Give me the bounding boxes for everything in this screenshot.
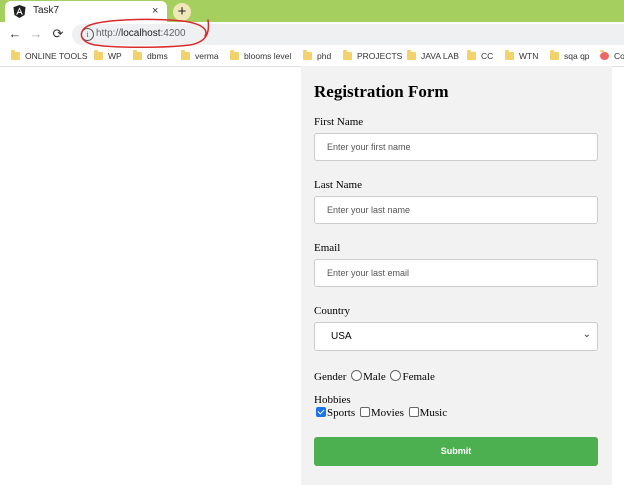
- folder-icon: [11, 50, 20, 60]
- hobbies-label: Hobbies: [314, 394, 351, 406]
- registration-form: Registration Form First Name Last Name E…: [301, 66, 612, 485]
- country-label: Country: [314, 305, 351, 317]
- folder-icon: [94, 50, 103, 60]
- country-select[interactable]: USA ⌄: [314, 322, 598, 351]
- gender-male-radio[interactable]: [351, 370, 363, 381]
- bookmarks-bar: ONLINE TOOLS WP dbms verma blooms level …: [0, 46, 624, 67]
- first-name-input[interactable]: [314, 133, 598, 161]
- folder-icon: [467, 50, 476, 60]
- url-scheme: http://: [96, 28, 122, 39]
- tab-title: Task7: [33, 5, 60, 16]
- first-name-label: First Name: [314, 116, 364, 128]
- folder-icon: [550, 50, 559, 60]
- music-checkbox[interactable]: [408, 407, 419, 417]
- movies-checkbox[interactable]: [359, 407, 370, 417]
- hobbies-row: Sports Movies Music: [316, 407, 447, 419]
- email-input[interactable]: [314, 259, 598, 287]
- url-text: http://localhost:4200: [96, 28, 186, 39]
- folder-icon: [181, 50, 190, 60]
- url-port: :4200: [160, 28, 186, 39]
- folder-icon: [407, 50, 416, 60]
- back-arrow-icon[interactable]: ←: [7, 26, 23, 42]
- chrome-icon: [600, 50, 609, 60]
- close-tab-icon[interactable]: ×: [152, 4, 158, 18]
- last-name-input[interactable]: [314, 196, 598, 224]
- address-bar[interactable]: i http://localhost:4200: [72, 24, 624, 45]
- tab-bar: Task7 × +: [0, 0, 624, 22]
- url-host: localhost: [121, 28, 161, 39]
- new-tab-button[interactable]: +: [173, 3, 191, 21]
- folder-icon: [230, 50, 239, 60]
- submit-button[interactable]: Submit: [314, 437, 598, 466]
- forward-arrow-icon[interactable]: →: [28, 26, 44, 42]
- sports-checkbox[interactable]: [316, 407, 326, 417]
- movies-label[interactable]: Movies: [371, 407, 404, 419]
- folder-icon: [505, 50, 514, 60]
- gender-row: Gender Male Female: [314, 370, 435, 383]
- chevron-down-icon: ⌄: [582, 329, 591, 340]
- angular-icon: [13, 5, 26, 18]
- country-value: USA: [331, 331, 352, 342]
- last-name-label: Last Name: [314, 179, 362, 191]
- gender-label: Gender: [314, 371, 347, 383]
- email-label: Email: [314, 242, 341, 254]
- browser-tab[interactable]: Task7 ×: [5, 1, 167, 22]
- browser-toolbar: ← → ⟳ i http://localhost:4200: [0, 22, 624, 46]
- gender-female-label[interactable]: Female: [402, 371, 434, 383]
- gender-female-radio[interactable]: [390, 370, 402, 381]
- folder-icon: [303, 50, 312, 60]
- reload-icon[interactable]: ⟳: [50, 26, 66, 42]
- folder-icon: [133, 50, 142, 60]
- info-icon[interactable]: i: [81, 28, 94, 41]
- form-title: Registration Form: [314, 82, 449, 101]
- gender-male-label[interactable]: Male: [363, 371, 386, 383]
- music-label[interactable]: Music: [420, 407, 448, 419]
- folder-icon: [343, 50, 352, 60]
- sports-label[interactable]: Sports: [327, 407, 355, 419]
